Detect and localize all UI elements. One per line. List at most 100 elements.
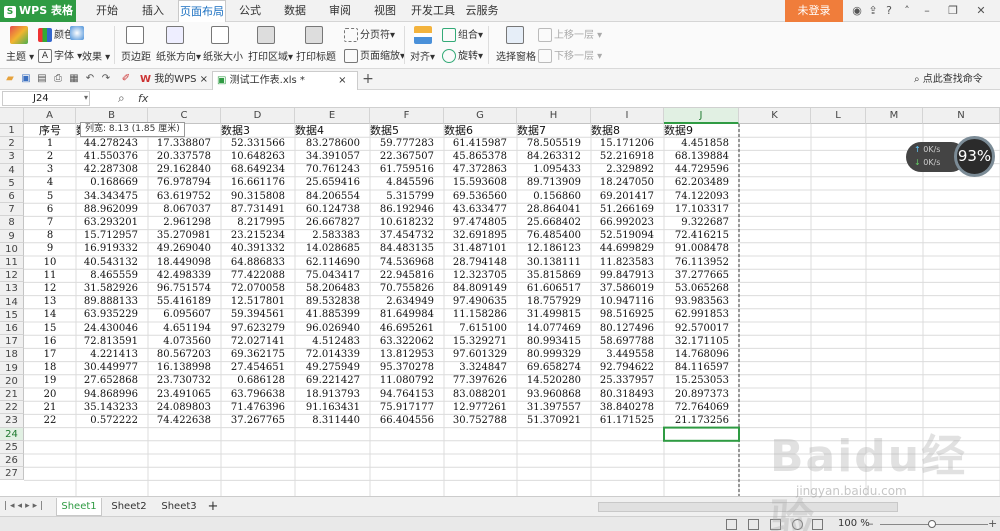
data-cell[interactable]: 66.992023	[591, 217, 664, 229]
data-cell[interactable]: 76.113952	[664, 257, 739, 269]
data-cell[interactable]: 3.449558	[591, 349, 664, 361]
data-cell[interactable]: 14.768096	[664, 349, 739, 361]
header-cell[interactable]: 数据8	[591, 125, 664, 137]
index-cell[interactable]: 18	[24, 362, 76, 374]
data-cell[interactable]: 72.014339	[295, 349, 370, 361]
data-cell[interactable]: 84.809149	[444, 283, 517, 295]
data-cell[interactable]: 21.173256	[664, 415, 739, 427]
menu-view[interactable]: 视图	[368, 0, 402, 22]
data-cell[interactable]: 14.520280	[517, 375, 591, 387]
data-cell[interactable]: 89.713909	[517, 177, 591, 189]
data-cell[interactable]: 74.122093	[664, 191, 739, 203]
row-header-21[interactable]: 21	[0, 388, 24, 402]
data-cell[interactable]: 4.512483	[295, 336, 370, 348]
row-header-11[interactable]: 11	[0, 256, 24, 270]
data-cell[interactable]: 14.028685	[295, 243, 370, 255]
rotate-button[interactable]: 旋转▾	[442, 47, 483, 63]
data-cell[interactable]: 12.977261	[444, 402, 517, 414]
data-cell[interactable]: 15.593608	[444, 177, 517, 189]
data-cell[interactable]: 10.947116	[591, 296, 664, 308]
data-cell[interactable]: 0.156860	[517, 191, 591, 203]
print-area-button[interactable]: 打印区域▾	[248, 48, 293, 63]
column-header-k[interactable]: K	[739, 108, 811, 124]
index-cell[interactable]: 9	[24, 243, 76, 255]
tab-document[interactable]: ▣ 测试工作表.xls * ×	[212, 71, 358, 90]
data-cell[interactable]: 10.618232	[370, 217, 444, 229]
data-cell[interactable]: 4.845596	[370, 177, 444, 189]
data-cell[interactable]: 81.649984	[370, 309, 444, 321]
data-cell[interactable]: 2.961298	[148, 217, 221, 229]
data-cell[interactable]: 7.615100	[444, 323, 517, 335]
header-cell[interactable]: 数据3	[221, 125, 295, 137]
data-cell[interactable]: 89.532838	[295, 296, 370, 308]
data-cell[interactable]: 3.324847	[444, 362, 517, 374]
data-cell[interactable]: 68.649234	[221, 164, 295, 176]
data-cell[interactable]: 96.026940	[295, 323, 370, 335]
index-cell[interactable]: 3	[24, 164, 76, 176]
print-titles-button[interactable]: 打印标题	[296, 48, 336, 63]
data-cell[interactable]: 18.449098	[148, 257, 221, 269]
data-cell[interactable]: 78.505519	[517, 138, 591, 150]
data-cell[interactable]: 17.338807	[148, 138, 221, 150]
column-header-g[interactable]: G	[444, 108, 517, 124]
normal-view-icon[interactable]	[726, 519, 737, 530]
data-cell[interactable]: 49.275949	[295, 362, 370, 374]
menu-insert[interactable]: 插入	[136, 0, 170, 22]
data-cell[interactable]: 80.993415	[517, 336, 591, 348]
row-header-22[interactable]: 22	[0, 401, 24, 415]
close-icon[interactable]: ✕	[974, 4, 988, 18]
save-icon[interactable]: ▣	[20, 73, 32, 85]
data-cell[interactable]: 23.215234	[221, 230, 295, 242]
name-box[interactable]: J24	[2, 91, 90, 106]
data-cell[interactable]: 1.095433	[517, 164, 591, 176]
data-cell[interactable]: 62.203489	[664, 177, 739, 189]
sheet-tab-3[interactable]: Sheet3	[156, 498, 202, 516]
index-cell[interactable]: 16	[24, 336, 76, 348]
data-cell[interactable]: 77.397626	[444, 375, 517, 387]
row-header-8[interactable]: 8	[0, 216, 24, 230]
page-layout-view-icon[interactable]	[748, 519, 759, 530]
name-box-dropdown-icon[interactable]: ▾	[84, 93, 88, 102]
data-cell[interactable]: 44.278243	[76, 138, 148, 150]
align-button[interactable]: 对齐▾	[410, 48, 435, 63]
row-header-5[interactable]: 5	[0, 176, 24, 190]
data-cell[interactable]: 75.917177	[370, 402, 444, 414]
data-cell[interactable]: 9.322687	[664, 217, 739, 229]
data-cell[interactable]: 23.491065	[148, 389, 221, 401]
index-cell[interactable]: 15	[24, 323, 76, 335]
data-cell[interactable]: 45.865378	[444, 151, 517, 163]
data-cell[interactable]: 70.761243	[295, 164, 370, 176]
row-header-26[interactable]: 26	[0, 454, 24, 468]
data-cell[interactable]: 35.815869	[517, 270, 591, 282]
data-cell[interactable]: 69.201417	[591, 191, 664, 203]
margins-button[interactable]: 页边距	[121, 48, 151, 63]
column-header-m[interactable]: M	[866, 108, 923, 124]
data-cell[interactable]: 91.163431	[295, 402, 370, 414]
header-cell[interactable]: 数据6	[444, 125, 517, 137]
data-cell[interactable]: 89.888133	[76, 296, 148, 308]
data-cell[interactable]: 15.253053	[664, 375, 739, 387]
data-cell[interactable]: 66.404556	[370, 415, 444, 427]
data-cell[interactable]: 18.247050	[591, 177, 664, 189]
open-folder-icon[interactable]: ▰	[4, 73, 16, 85]
data-cell[interactable]: 42.498339	[148, 270, 221, 282]
data-cell[interactable]: 12.323705	[444, 270, 517, 282]
row-header-19[interactable]: 19	[0, 361, 24, 375]
column-header-f[interactable]: F	[370, 108, 444, 124]
data-cell[interactable]: 68.139884	[664, 151, 739, 163]
data-cell[interactable]: 0.572222	[76, 415, 148, 427]
data-cell[interactable]: 16.661176	[221, 177, 295, 189]
row-header-25[interactable]: 25	[0, 440, 24, 454]
column-header-n[interactable]: N	[923, 108, 1000, 124]
data-cell[interactable]: 4.073560	[148, 336, 221, 348]
data-cell[interactable]: 4.451858	[664, 138, 739, 150]
data-cell[interactable]: 92.570017	[664, 323, 739, 335]
data-cell[interactable]: 63.796638	[221, 389, 295, 401]
command-search[interactable]: ⌕ 点此查找命令	[910, 71, 983, 90]
data-cell[interactable]: 43.633477	[444, 204, 517, 216]
data-cell[interactable]: 49.269040	[148, 243, 221, 255]
data-cell[interactable]: 75.043417	[295, 270, 370, 282]
data-cell[interactable]: 95.370278	[370, 362, 444, 374]
data-cell[interactable]: 83.088201	[444, 389, 517, 401]
sheet-tab-2[interactable]: Sheet2	[106, 498, 152, 516]
